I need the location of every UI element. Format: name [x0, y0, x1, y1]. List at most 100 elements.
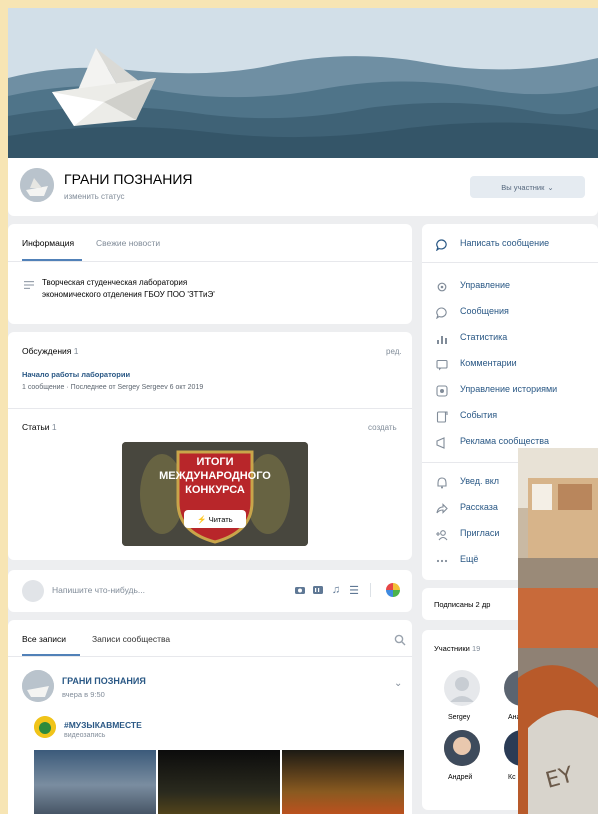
composer-input[interactable]: Напишите что-нибудь... — [52, 585, 145, 595]
search-icon[interactable] — [394, 634, 406, 646]
write-message-label: Написать сообщение — [460, 238, 550, 248]
divider — [422, 262, 598, 263]
articles-label[interactable]: Статьи 1 — [22, 422, 57, 432]
video-thumbnail[interactable] — [34, 750, 156, 814]
bell-icon — [436, 476, 448, 489]
sidebar-item-message[interactable]: Сообщения — [422, 300, 586, 326]
overlay-photo: EY — [518, 448, 598, 814]
divider — [370, 583, 371, 597]
banner-line1: ИТОГИ — [196, 456, 234, 468]
share-icon — [436, 502, 448, 514]
members-label[interactable]: Участники 19 — [434, 644, 480, 653]
write-message-button[interactable]: Написать сообщение — [422, 232, 586, 258]
post-author-name[interactable]: ГРАНИ ПОЗНАНИЯ — [62, 676, 146, 686]
member-avatar[interactable] — [444, 730, 480, 766]
banner-line3: КОНКУРСА — [185, 484, 245, 496]
repost-avatar[interactable] — [34, 716, 56, 738]
sidebar-item-stories[interactable]: Управление историями — [422, 378, 586, 404]
discussions-label[interactable]: Обсуждения 1 — [22, 346, 79, 356]
group-header: ГРАНИ ПОЗНАНИЯ изменить статус Вы участн… — [8, 158, 598, 216]
description-icon — [24, 280, 34, 290]
classroom-photo: EY — [518, 448, 598, 814]
discussions-edit-link[interactable]: ред. — [386, 347, 402, 356]
video-thumbnail[interactable] — [282, 750, 404, 814]
tab-all-posts[interactable]: Все записи — [22, 634, 66, 644]
articles-count: 1 — [51, 422, 57, 432]
sidebar-item-label: Комментарии — [460, 358, 517, 368]
discussions-count: 1 — [73, 346, 79, 356]
vk-group-page: ГРАНИ ПОЗНАНИЯ изменить статус Вы участн… — [8, 8, 598, 814]
member-name[interactable]: Кс — [508, 774, 516, 781]
article-banner[interactable]: ИТОГИ МЕЖДУНАРОДНОГО КОНКУРСА ⚡ Читать — [122, 442, 308, 546]
read-button[interactable]: ⚡ Читать — [184, 510, 246, 528]
articles-create-link[interactable]: создать — [368, 423, 397, 432]
more-icon — [436, 554, 448, 566]
message-bubble-icon — [435, 238, 448, 252]
sidebar-item-comment[interactable]: Комментарии — [422, 352, 586, 378]
divider — [8, 656, 412, 657]
composer-avatar — [22, 580, 44, 602]
camera-icon[interactable] — [294, 584, 306, 596]
topic-meta: 1 сообщение · Последнее от Sergey Sergee… — [22, 384, 204, 391]
video-thumbnails[interactable] — [34, 750, 404, 814]
stats-icon — [436, 332, 448, 344]
comment-icon — [436, 358, 448, 371]
sidebar-item-stats[interactable]: Статистика — [422, 326, 586, 352]
chevron-down-icon: ⌄ — [547, 182, 554, 192]
group-name: ГРАНИ ПОЗНАНИЯ — [64, 171, 193, 187]
tab-news[interactable]: Свежие новости — [96, 238, 160, 248]
video-icon[interactable] — [312, 584, 324, 596]
banner-line2: МЕЖДУНАРОДНОГО — [159, 470, 271, 482]
member-button-label: Вы участник — [501, 182, 545, 192]
gear-icon — [436, 280, 448, 292]
post-author-avatar[interactable] — [22, 670, 54, 702]
subscribed-label: Подписаны 2 др — [434, 600, 491, 609]
wall-card: Все записи Записи сообщества ГРАНИ ПОЗНА… — [8, 620, 412, 814]
group-avatar[interactable] — [20, 168, 54, 202]
topic-title[interactable]: Начало работы лаборатории — [22, 370, 130, 379]
sidebar-item-label: Статистика — [460, 332, 508, 342]
music-icon[interactable]: ♫ — [330, 584, 342, 596]
members-count: 19 — [471, 644, 481, 653]
repost-title[interactable]: #МУЗЫКАВМЕСТЕ — [64, 720, 142, 730]
member-button[interactable]: Вы участник ⌄ — [470, 176, 585, 198]
color-palette-icon[interactable] — [386, 583, 400, 597]
member-avatar[interactable] — [444, 670, 480, 706]
repost-subtitle: видеозапись — [64, 732, 106, 739]
video-thumbnail[interactable] — [158, 750, 280, 814]
divider — [8, 261, 412, 262]
articles-title: Статьи — [22, 422, 50, 432]
discussions-articles-card: Обсуждения 1 ред. Начало работы лаборато… — [8, 332, 412, 560]
stories-icon — [436, 384, 448, 397]
sidebar-item-label: События — [460, 410, 498, 420]
tab-info[interactable]: Информация — [22, 238, 74, 248]
sidebar-item-label: Управление — [460, 280, 511, 290]
sidebar-item-label: Увед. вкл — [460, 476, 500, 486]
lightning-icon: ⚡ — [197, 514, 207, 524]
cover-illustration — [8, 8, 598, 158]
post-composer: Напишите что-нибудь... ♫ ☰ — [8, 570, 412, 612]
member-name[interactable]: Андрей — [448, 774, 472, 781]
members-title: Участники — [434, 644, 470, 653]
sidebar-item-label: Ещё — [460, 554, 479, 564]
invite-icon — [436, 528, 448, 541]
status-link[interactable]: изменить статус — [64, 192, 125, 201]
member-name[interactable]: Sergey — [448, 714, 470, 721]
post-time[interactable]: вчера в 9:50 — [62, 690, 105, 699]
sidebar-item-label: Сообщения — [460, 306, 509, 316]
events-icon — [436, 410, 448, 423]
sidebar-item-label: Пригласи — [460, 528, 500, 538]
sidebar-item-gear[interactable]: Управление — [422, 274, 586, 300]
info-card: Информация Свежие новости Творческая сту… — [8, 224, 412, 324]
ads-icon — [436, 436, 448, 449]
sidebar-item-events[interactable]: События — [422, 404, 586, 430]
sidebar-item-label: Реклама сообщества — [460, 436, 549, 446]
message-icon — [436, 306, 448, 320]
tab-community-posts[interactable]: Записи сообщества — [92, 634, 170, 644]
article-icon[interactable]: ☰ — [348, 584, 360, 597]
description-line2: экономического отделения ГБОУ ПОО 'ЗТТиЭ… — [42, 290, 215, 299]
cover-image — [8, 8, 598, 158]
sidebar-item-label: Управление историями — [460, 384, 558, 394]
post-options-chevron-icon[interactable]: ⌄ — [394, 678, 402, 689]
description-line1: Творческая студенческая лаборатория — [42, 278, 188, 287]
